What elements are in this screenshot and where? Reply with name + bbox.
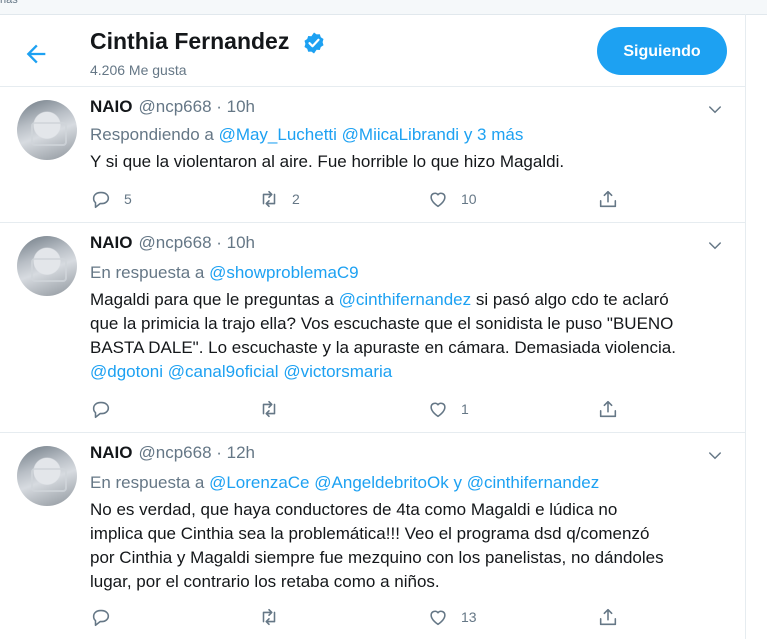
retweet-icon (262, 608, 276, 626)
author-handle-time[interactable]: @ncp668 · 12h (139, 443, 256, 462)
share-action[interactable] (597, 605, 619, 629)
heart-icon (430, 402, 446, 418)
tweet-text-line: lugar, por el contrario los retaba como … (90, 572, 440, 591)
tweet-text-line: Magaldi para que le preguntas a @cinthif… (90, 288, 730, 312)
reply-count: 5 (124, 191, 132, 207)
reply-icon (92, 609, 110, 627)
replying-to-label: En respuesta a (90, 473, 205, 492)
reply-action[interactable]: 5 (90, 187, 132, 211)
tweet-text-line: por Cinthia y Magaldi siempre fue mezqui… (90, 548, 664, 567)
reply-action[interactable] (90, 605, 124, 629)
replying-to-label: Respondiendo a (90, 125, 214, 144)
tweet-text-line: implica que Cinthia sea la problemática!… (90, 524, 650, 543)
retweet-icon (262, 190, 276, 208)
like-action[interactable]: 13 (427, 605, 477, 629)
mention-link[interactable]: @canal9oficial (168, 362, 279, 381)
tweet-actions: 13 (90, 605, 630, 629)
author-name[interactable]: NAIO (90, 233, 133, 252)
retweet-icon (262, 400, 276, 418)
avatar[interactable] (17, 236, 77, 296)
retweet-count: 2 (292, 191, 300, 207)
chevron-down-icon[interactable] (706, 447, 724, 465)
share-icon (599, 190, 617, 208)
reply-icon (92, 191, 110, 209)
author-handle-time[interactable]: @ncp668 · 10h (139, 233, 256, 252)
retweet-action[interactable] (258, 397, 292, 421)
mention-link[interactable]: @dgotoni (90, 362, 163, 381)
mention-link[interactable]: @MiicaLibrandi (342, 125, 459, 144)
tweet-header: NAIO @ncp668 · 10h (90, 97, 255, 117)
chevron-down-icon[interactable] (706, 237, 724, 255)
tweet-text-line: No es verdad, que haya conductores de 4t… (90, 500, 618, 519)
author-name[interactable]: NAIO (90, 443, 133, 462)
author-name[interactable]: NAIO (90, 97, 133, 116)
tweet-text: Y si que la violentaron al aire. Fue hor… (90, 150, 730, 174)
browser-top-strip-text: nas (0, 0, 18, 6)
profile-name: Cinthia Fernandez (90, 28, 290, 54)
tweet-header: NAIO @ncp668 · 12h (90, 443, 255, 463)
mention-link[interactable]: @showproblemaC9 (209, 263, 359, 282)
tweet-text-fragment: Magaldi para que le preguntas a (90, 290, 334, 309)
like-count: 10 (461, 191, 477, 207)
tweet-text: No es verdad, que haya conductores de 4t… (90, 498, 730, 594)
tweet-2[interactable]: NAIO @ncp668 · 10h En respuesta a @showpr… (0, 223, 745, 433)
mention-link[interactable]: @May_Luchetti (219, 125, 337, 144)
retweet-action[interactable] (258, 605, 292, 629)
share-icon (599, 400, 617, 418)
column-divider (745, 14, 746, 639)
share-action[interactable] (597, 397, 619, 421)
mention-link[interactable]: @victorsmaria (283, 362, 392, 381)
retweet-action[interactable]: 2 (258, 187, 300, 211)
tweet-text-line: @dgotoni @canal9oficial @victorsmaria (90, 360, 730, 384)
tweet-text: Magaldi para que le preguntas a @cinthif… (90, 288, 730, 384)
heart-icon (430, 610, 446, 626)
following-button[interactable]: Siguiendo (597, 27, 727, 75)
chevron-down-icon[interactable] (706, 101, 724, 119)
reply-icon (92, 401, 110, 419)
profile-header: Cinthia Fernandez 4.206 Me gusta Siguien… (0, 14, 745, 87)
tweet-3[interactable]: NAIO @ncp668 · 12h En respuesta a @Lorenz… (0, 433, 745, 639)
like-action[interactable]: 10 (427, 187, 477, 211)
tweet-actions: 5 2 10 (90, 187, 630, 211)
tweet-text-line: BASTA DALE". Lo escuchaste y la apuraste… (90, 338, 676, 357)
mention-link[interactable]: @cinthifernandez (467, 473, 600, 492)
replying-to: Respondiendo a @May_Luchetti @MiicaLibra… (90, 125, 523, 145)
tweet-1[interactable]: NAIO @ncp668 · 10h Respondiendo a @May_Lu… (0, 87, 745, 223)
like-action[interactable]: 1 (427, 397, 469, 421)
heart-icon (430, 192, 446, 208)
author-handle-time[interactable]: @ncp668 · 10h (139, 97, 256, 116)
reply-action[interactable] (90, 397, 124, 421)
back-arrow-icon[interactable] (22, 40, 50, 68)
replying-to: En respuesta a @LorenzaCe @AngeldebritoO… (90, 473, 599, 493)
avatar[interactable] (17, 446, 77, 506)
tweet-text-line: que la primicia la trajo ella? Vos escuc… (90, 314, 674, 333)
more-mentions-link[interactable]: y 3 más (464, 125, 524, 144)
browser-top-strip: nas (0, 0, 767, 15)
mention-link[interactable]: @LorenzaCe (209, 473, 309, 492)
replying-to-label: En respuesta a (90, 263, 205, 282)
tweet-header: NAIO @ncp668 · 10h (90, 233, 255, 253)
mention-link[interactable]: @cinthifernandez (339, 290, 472, 309)
like-count: 13 (461, 609, 477, 625)
replying-to: En respuesta a @showproblemaC9 (90, 263, 359, 283)
share-icon (599, 608, 617, 626)
verified-badge-icon (304, 32, 324, 54)
tweet-text-line: Y si que la violentaron al aire. Fue hor… (90, 152, 565, 171)
mention-link[interactable]: @AngeldebritoOk (314, 473, 448, 492)
like-count: 1 (461, 401, 469, 417)
mention-connector: y (453, 473, 462, 492)
likes-count: 4.206 Me gusta (90, 62, 187, 78)
tweet-actions: 1 (90, 397, 630, 421)
share-action[interactable] (597, 187, 619, 211)
tweet-text-fragment: si pasó algo cdo te aclaró (475, 290, 669, 309)
avatar[interactable] (17, 100, 77, 160)
